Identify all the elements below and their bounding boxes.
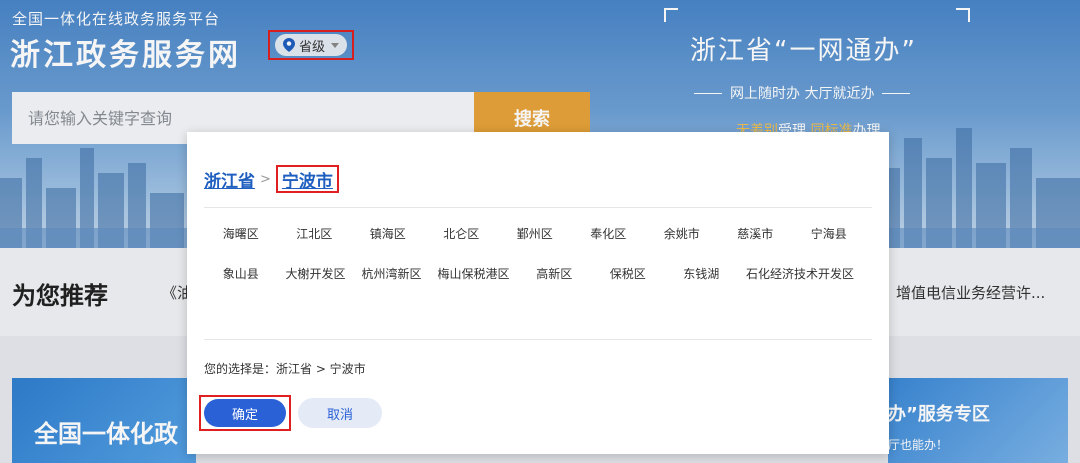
district-option[interactable]: 余姚市 <box>645 220 719 260</box>
district-option[interactable]: 镇海区 <box>351 220 425 260</box>
breadcrumb-separator: > <box>260 171 271 187</box>
region-select-dialog: 浙江省 > 宁波市 海曙区 江北区 镇海区 北仑区 鄞州区 奉化区 余姚市 慈溪市 宁海县象山县… <box>187 132 889 454</box>
confirm-button-highlight: 确定 <box>199 395 291 431</box>
district-option[interactable]: 梅山保税港区 <box>430 260 518 300</box>
divider <box>204 207 872 208</box>
district-option[interactable]: 杭州湾新区 <box>354 260 430 300</box>
district-option[interactable]: 海曙区 <box>204 220 278 260</box>
district-option[interactable]: 高新区 <box>518 260 592 300</box>
confirm-button[interactable]: 确定 <box>204 399 286 427</box>
district-list: 海曙区 江北区 镇海区 北仑区 鄞州区 奉化区 余姚市 慈溪市 宁海县象山县 大榭开发区 杭州湾新区… <box>204 220 872 300</box>
district-option[interactable]: 江北区 <box>278 220 352 260</box>
divider <box>204 339 872 340</box>
district-option[interactable]: 保税区 <box>591 260 665 300</box>
current-selection-text: 您的选择是：浙江省 > 宁波市 <box>204 362 366 376</box>
breadcrumb-current-highlight: 宁波市 <box>275 165 339 193</box>
district-option[interactable]: 奉化区 <box>572 220 646 260</box>
cancel-button[interactable]: 取消 <box>298 398 382 428</box>
breadcrumb: 浙江省 > 宁波市 <box>204 165 339 193</box>
district-option[interactable]: 东钱湖 <box>665 260 739 300</box>
district-option[interactable]: 慈溪市 <box>719 220 793 260</box>
district-option[interactable]: 象山县 <box>204 260 278 300</box>
district-option[interactable]: 大榭开发区 <box>278 260 354 300</box>
district-option[interactable]: 北仑区 <box>425 220 499 260</box>
district-option[interactable]: 石化经济技术开发区 <box>738 260 862 300</box>
breadcrumb-province-link[interactable]: 浙江省 <box>204 167 255 192</box>
breadcrumb-city-link[interactable]: 宁波市 <box>282 167 333 192</box>
district-option[interactable]: 宁海县 <box>792 220 866 260</box>
district-option[interactable]: 鄞州区 <box>498 220 572 260</box>
